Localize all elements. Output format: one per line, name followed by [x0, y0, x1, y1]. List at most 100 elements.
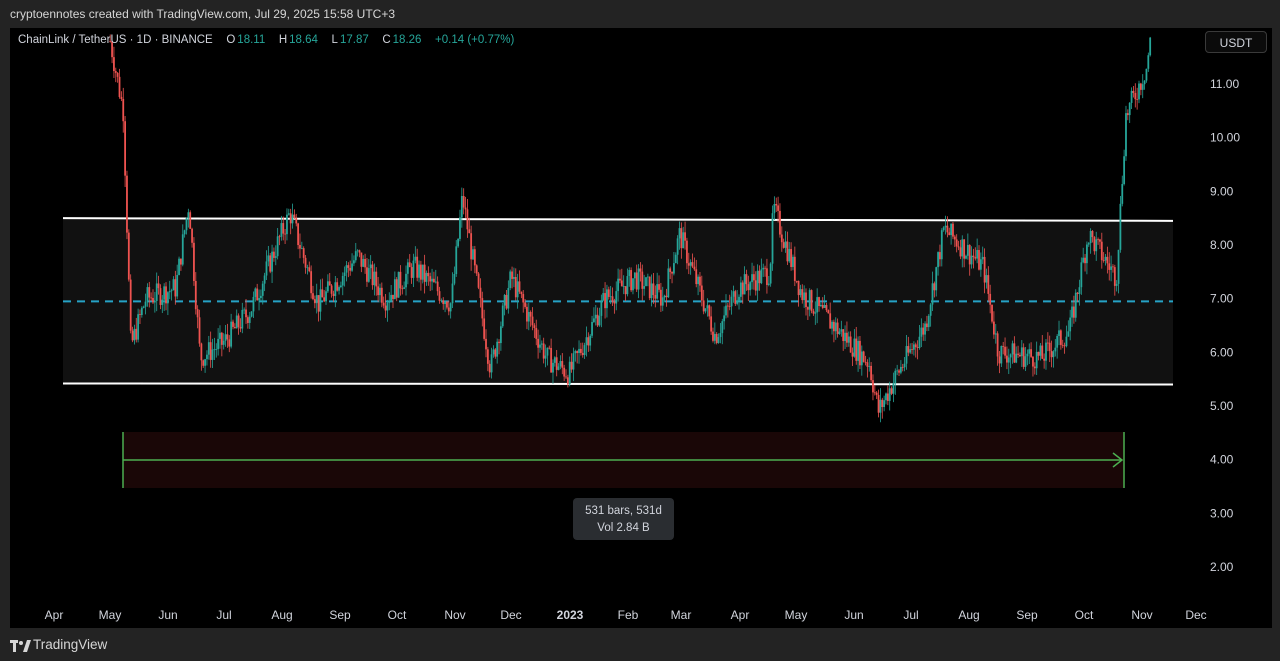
candle-body[interactable]: [872, 380, 874, 393]
candle-body[interactable]: [319, 289, 322, 312]
candle-body[interactable]: [297, 223, 300, 246]
candle-body[interactable]: [336, 282, 339, 291]
candle-body[interactable]: [1091, 231, 1094, 238]
candle-body[interactable]: [736, 300, 739, 304]
candle-body[interactable]: [367, 268, 370, 282]
candle-body[interactable]: [656, 284, 659, 299]
candle-body[interactable]: [535, 328, 538, 339]
candle-body[interactable]: [674, 254, 677, 264]
candle-body[interactable]: [1033, 366, 1036, 369]
candle-body[interactable]: [847, 336, 850, 343]
candle-body[interactable]: [864, 361, 867, 363]
candle-body[interactable]: [1019, 354, 1021, 357]
candle-body[interactable]: [762, 267, 765, 270]
candle-body[interactable]: [155, 283, 158, 301]
candle-body[interactable]: [1141, 84, 1144, 90]
candle-body[interactable]: [767, 283, 770, 285]
candle-body[interactable]: [700, 285, 703, 301]
candle-body[interactable]: [217, 338, 220, 350]
candle-body[interactable]: [340, 285, 342, 288]
candle-body[interactable]: [769, 263, 772, 284]
candle-body[interactable]: [161, 299, 164, 305]
candle-body[interactable]: [606, 289, 608, 309]
candle-body[interactable]: [589, 335, 592, 346]
candle-body[interactable]: [520, 291, 523, 295]
candle-body[interactable]: [219, 332, 221, 339]
candle-body[interactable]: [213, 349, 216, 351]
candle-body[interactable]: [779, 210, 781, 235]
candle-body[interactable]: [751, 274, 753, 283]
candle-body[interactable]: [663, 295, 666, 298]
candle-body[interactable]: [566, 377, 569, 385]
currency-button[interactable]: USDT: [1205, 31, 1267, 53]
candle-body[interactable]: [114, 71, 117, 73]
candle-body[interactable]: [686, 240, 688, 264]
candle-body[interactable]: [885, 393, 887, 401]
candle-body[interactable]: [295, 217, 298, 224]
candle-body[interactable]: [241, 309, 244, 329]
candle-body[interactable]: [287, 213, 290, 215]
candle-body[interactable]: [622, 286, 625, 287]
candle-body[interactable]: [1035, 351, 1038, 369]
candle-body[interactable]: [1139, 83, 1142, 90]
candle-body[interactable]: [148, 287, 151, 298]
candle-body[interactable]: [379, 287, 381, 296]
candle-body[interactable]: [473, 249, 476, 266]
candle-body[interactable]: [1007, 357, 1010, 363]
candle-body[interactable]: [561, 361, 564, 368]
candle-body[interactable]: [124, 121, 126, 176]
candle-body[interactable]: [914, 344, 917, 348]
candle-body[interactable]: [940, 230, 943, 260]
candle-body[interactable]: [725, 305, 727, 316]
candle-body[interactable]: [749, 282, 752, 291]
candle-body[interactable]: [139, 314, 141, 315]
candle-body[interactable]: [438, 291, 441, 301]
candle-body[interactable]: [267, 255, 270, 262]
candle-body[interactable]: [905, 346, 908, 364]
candle-body[interactable]: [235, 315, 238, 329]
candle-body[interactable]: [873, 392, 876, 394]
candle-body[interactable]: [844, 332, 846, 342]
candle-body[interactable]: [600, 300, 603, 316]
candle-body[interactable]: [1100, 241, 1103, 261]
candle-body[interactable]: [140, 307, 143, 315]
candle-body[interactable]: [862, 351, 865, 362]
candle-body[interactable]: [284, 233, 286, 235]
candle-body[interactable]: [522, 294, 525, 303]
candle-body[interactable]: [853, 338, 856, 357]
candle-body[interactable]: [524, 302, 526, 307]
candle-body[interactable]: [985, 275, 988, 283]
candle-body[interactable]: [269, 255, 272, 272]
candle-body[interactable]: [486, 349, 489, 364]
candle-body[interactable]: [546, 347, 549, 356]
candle-body[interactable]: [326, 281, 329, 292]
candle-body[interactable]: [1043, 358, 1046, 361]
candle-body[interactable]: [987, 275, 990, 294]
candle-body[interactable]: [531, 316, 534, 326]
candle-body[interactable]: [883, 400, 886, 408]
candle-body[interactable]: [338, 287, 340, 291]
candle-body[interactable]: [846, 332, 848, 343]
candle-body[interactable]: [475, 265, 478, 274]
candle-body[interactable]: [193, 242, 195, 281]
candle-body[interactable]: [395, 279, 398, 298]
candle-body[interactable]: [341, 276, 344, 286]
candle-body[interactable]: [950, 223, 953, 236]
candle-body[interactable]: [1011, 343, 1014, 355]
candle-body[interactable]: [810, 290, 813, 311]
candle-body[interactable]: [849, 336, 852, 353]
candle-body[interactable]: [356, 250, 359, 252]
candle-body[interactable]: [942, 227, 945, 231]
candle-body[interactable]: [996, 333, 999, 357]
candle-body[interactable]: [434, 281, 437, 283]
candle-body[interactable]: [228, 339, 231, 347]
candle-body[interactable]: [153, 300, 156, 303]
candle-body[interactable]: [836, 322, 839, 335]
candle-body[interactable]: [384, 305, 387, 311]
candle-body[interactable]: [961, 239, 964, 257]
candle-body[interactable]: [617, 278, 619, 292]
candle-body[interactable]: [498, 341, 500, 344]
candle-body[interactable]: [684, 232, 686, 241]
candle-body[interactable]: [901, 366, 904, 368]
candle-body[interactable]: [630, 270, 633, 291]
